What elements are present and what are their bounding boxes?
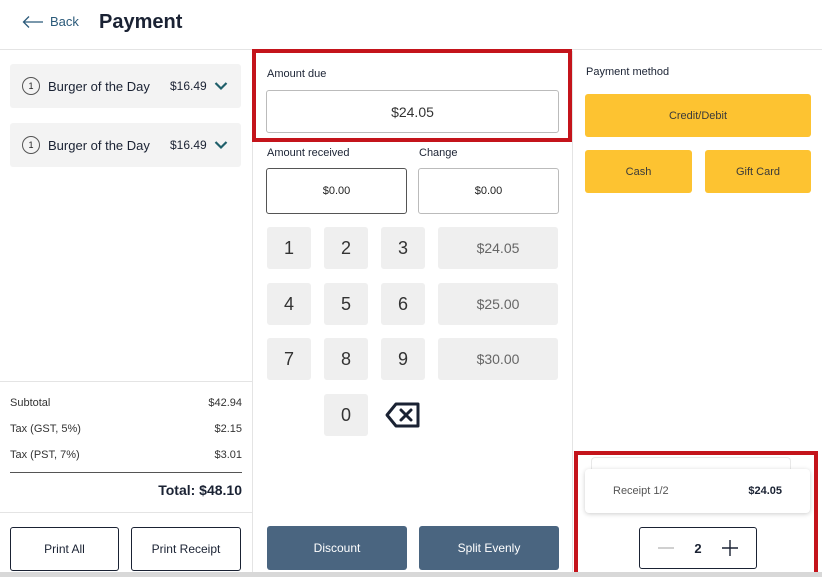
receipt-card[interactable]: Receipt 1/2 $24.05 — [585, 469, 810, 513]
back-button[interactable]: Back — [22, 14, 79, 29]
keypad-key-5[interactable]: 5 — [324, 283, 368, 325]
item-name: Burger of the Day — [48, 137, 150, 153]
chevron-down-icon[interactable] — [214, 140, 228, 150]
pst-row: Tax (PST, 7%) $3.01 — [10, 442, 242, 468]
decrement-button[interactable] — [656, 538, 676, 558]
backspace-button[interactable] — [384, 394, 422, 436]
keypad-key-0[interactable]: 0 — [324, 394, 368, 436]
back-label: Back — [50, 14, 79, 29]
amount-received-input[interactable]: $0.00 — [266, 168, 407, 214]
receipt-stack-edge — [591, 457, 791, 469]
receipt-name: Receipt 1/2 — [613, 485, 669, 497]
split-evenly-button[interactable]: Split Evenly — [419, 526, 559, 570]
chevron-down-icon[interactable] — [214, 81, 228, 91]
subtotal-value: $42.94 — [208, 397, 242, 409]
gst-label: Tax (GST, 5%) — [10, 423, 81, 435]
increment-button[interactable] — [720, 538, 740, 558]
print-actions: Print All Print Receipt — [0, 512, 253, 577]
keypad-key-3[interactable]: 3 — [381, 227, 425, 269]
payment-method-label: Payment method — [586, 66, 670, 78]
bottom-edge — [0, 572, 822, 577]
arrow-left-icon — [22, 15, 43, 28]
receipt-amount: $24.05 — [748, 485, 782, 497]
quick-amount-button[interactable]: $25.00 — [438, 283, 558, 325]
discount-button[interactable]: Discount — [267, 526, 407, 570]
item-price: $16.49 — [170, 138, 207, 152]
gift-card-button[interactable]: Gift Card — [705, 150, 811, 193]
cash-button[interactable]: Cash — [585, 150, 692, 193]
keypad-key-6[interactable]: 6 — [381, 283, 425, 325]
totals-summary: Subtotal $42.94 Tax (GST, 5%) $2.15 Tax … — [0, 381, 253, 513]
quick-amount-button[interactable]: $30.00 — [438, 338, 558, 380]
split-count-stepper: 2 — [639, 527, 757, 569]
keypad-key-1[interactable]: 1 — [267, 227, 311, 269]
change-label: Change — [419, 147, 458, 159]
subtotal-label: Subtotal — [10, 397, 51, 409]
item-price: $16.49 — [170, 79, 207, 93]
backspace-icon — [385, 402, 420, 428]
amount-received-label: Amount received — [267, 147, 350, 159]
credit-debit-button[interactable]: Credit/Debit — [585, 94, 811, 137]
header-bar: Back Payment — [0, 0, 822, 50]
print-receipt-button[interactable]: Print Receipt — [131, 527, 241, 571]
order-item[interactable]: 1 Burger of the Day $16.49 — [10, 123, 241, 167]
total-value: Total: $48.10 — [158, 482, 242, 498]
print-all-button[interactable]: Print All — [10, 527, 119, 571]
amount-due-value: $24.05 — [266, 90, 559, 133]
gst-row: Tax (GST, 5%) $2.15 — [10, 416, 242, 442]
keypad-key-9[interactable]: 9 — [381, 338, 425, 380]
plus-icon — [721, 540, 738, 556]
pst-value: $3.01 — [214, 449, 242, 461]
page-title: Payment — [99, 11, 183, 33]
minus-icon — [658, 547, 674, 549]
pst-label: Tax (PST, 7%) — [10, 449, 80, 461]
change-field: $0.00 — [418, 168, 559, 214]
quick-amount-button[interactable]: $24.05 — [438, 227, 558, 269]
keypad-key-7[interactable]: 7 — [267, 338, 311, 380]
order-item[interactable]: 1 Burger of the Day $16.49 — [10, 64, 241, 108]
quantity-badge: 1 — [22, 136, 40, 154]
amount-panel: Amount due $24.05 Amount received Change… — [254, 51, 572, 577]
quantity-badge: 1 — [22, 77, 40, 95]
subtotal-row: Subtotal $42.94 — [10, 390, 242, 416]
amount-due-label: Amount due — [267, 68, 327, 80]
order-panel: 1 Burger of the Day $16.49 1 Burger of t… — [0, 51, 253, 577]
keypad-key-8[interactable]: 8 — [324, 338, 368, 380]
keypad-key-2[interactable]: 2 — [324, 227, 368, 269]
keypad-key-4[interactable]: 4 — [267, 283, 311, 325]
split-count-value: 2 — [694, 540, 702, 556]
gst-value: $2.15 — [214, 423, 242, 435]
item-name: Burger of the Day — [48, 78, 150, 94]
payment-method-panel: Payment method Credit/Debit Cash Gift Ca… — [572, 51, 822, 577]
